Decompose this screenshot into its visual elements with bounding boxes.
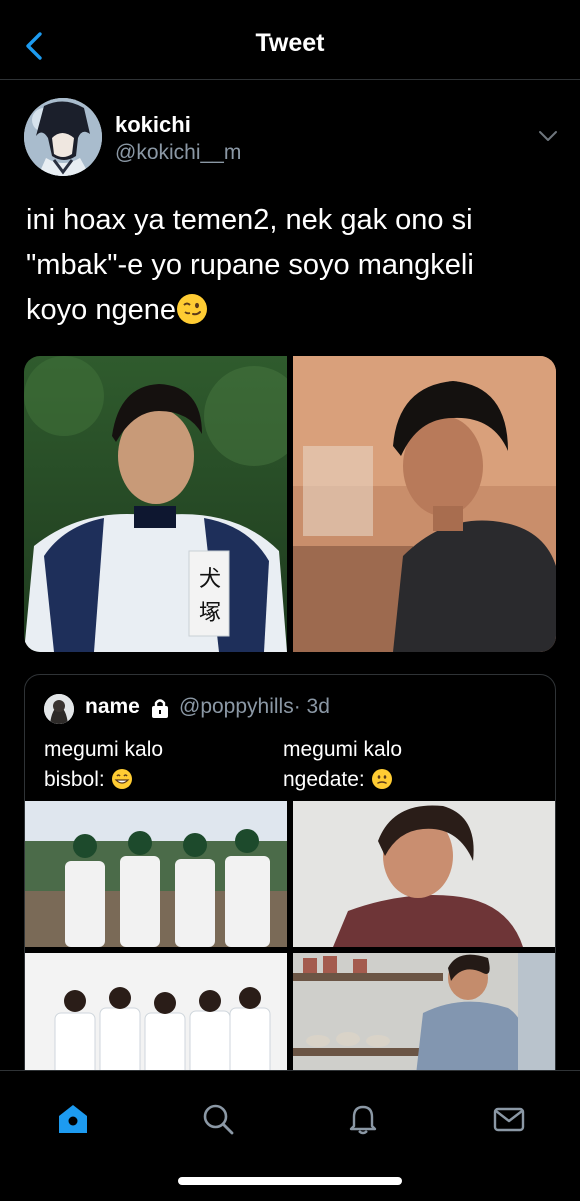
tab-search[interactable] [183, 1089, 253, 1149]
page-title: Tweet [255, 29, 325, 57]
author-name[interactable]: kokichi [115, 112, 191, 138]
quoted-avatar [44, 694, 74, 724]
top-navigation-bar: Tweet [0, 0, 580, 80]
quoted-text-right: megumi kalo ngedate: [283, 735, 402, 795]
media-photo[interactable] [293, 801, 555, 947]
notifications-icon [349, 1105, 377, 1135]
quoted-text-line: bisbol: [44, 765, 163, 795]
media-photo[interactable]: 犬 塚 [24, 356, 287, 652]
svg-text:塚: 塚 [199, 601, 221, 626]
author-handle[interactable]: @kokichi__m [115, 141, 241, 165]
quoted-media-grid[interactable] [25, 801, 555, 1093]
tweet-media[interactable]: 犬 塚 [24, 356, 556, 652]
tweet-text: ini hoax ya temen2, nek gak ono si "mbak… [26, 198, 556, 333]
messages-icon [493, 1107, 525, 1132]
tab-messages[interactable] [474, 1089, 544, 1149]
tweet-text-line: ini hoax ya temen2, nek gak ono si [26, 204, 473, 236]
quoted-text-line: megumi kalo [283, 738, 403, 761]
quoted-tweet[interactable]: name @poppyhills· 3d megumi kalo bisbol:… [24, 674, 556, 1094]
home-icon [59, 1105, 87, 1133]
quoted-author-name: name [85, 695, 140, 718]
media-photo[interactable] [25, 801, 287, 947]
quoted-author-meta: @poppyhills· 3d [179, 695, 330, 718]
lock-icon [152, 699, 168, 718]
home-indicator [178, 1177, 402, 1185]
avatar[interactable] [24, 98, 102, 176]
confused-emoji-icon [371, 769, 392, 789]
winking-smirk-emoji-icon [176, 294, 207, 324]
chevron-down-icon [539, 131, 557, 141]
tab-notifications[interactable] [328, 1089, 398, 1149]
tweet-text-line: "mbak"-e yo rupane soyo mangkeli [26, 249, 474, 281]
grinning-emoji-icon [111, 769, 132, 789]
quoted-text-line: megumi kalo [44, 738, 164, 761]
quoted-text-line: ngedate: [283, 765, 402, 795]
media-photo[interactable] [293, 356, 556, 652]
tab-home[interactable] [38, 1089, 108, 1149]
more-options-button[interactable] [536, 124, 560, 148]
quoted-text-left: megumi kalo bisbol: [44, 735, 163, 795]
search-icon [203, 1104, 234, 1135]
svg-text:犬: 犬 [199, 567, 221, 592]
tweet-text-line: koyo ngene [26, 288, 556, 333]
